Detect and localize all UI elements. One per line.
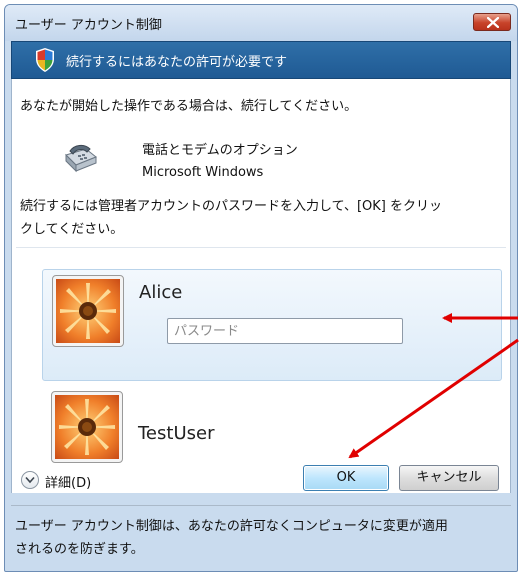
- phone-modem-icon: [65, 144, 97, 173]
- close-icon: [487, 17, 499, 28]
- user-tile-alice[interactable]: Alice: [42, 269, 502, 381]
- user-avatar: [51, 391, 123, 463]
- user-name: TestUser: [138, 423, 215, 444]
- title-bar: ユーザー アカウント制御: [5, 5, 517, 41]
- instruction-text: 続行するには管理者アカウントのパスワードを入力して、[OK] をクリッ クしてく…: [20, 195, 442, 241]
- divider: [16, 247, 506, 248]
- cancel-button[interactable]: キャンセル: [399, 465, 499, 491]
- chevron-down-icon: [21, 471, 39, 489]
- flower-avatar-icon: [55, 395, 119, 459]
- ok-button[interactable]: OK: [303, 465, 389, 491]
- close-button[interactable]: [473, 13, 511, 31]
- details-label: 詳細(D): [45, 476, 92, 491]
- permission-banner: 続行するにはあなたの許可が必要です: [11, 41, 511, 79]
- intro-text: あなたが開始した操作である場合は、続行してください。: [20, 99, 358, 114]
- uac-dialog: ユーザー アカウント制御 続行するにはあなたの許可が必要です あなたが開始した操…: [4, 4, 518, 572]
- shield-icon: [36, 48, 54, 72]
- window-title: ユーザー アカウント制御: [15, 18, 162, 33]
- footer-divider: [11, 505, 511, 506]
- program-name: 電話とモデムのオプション: [142, 143, 298, 158]
- instruction-line-2: クしてください。: [20, 222, 124, 237]
- instruction-line-1: 続行するには管理者アカウントのパスワードを入力して、[OK] をクリッ: [20, 199, 442, 214]
- uac-note-line-2: されるのを防ぎます。: [15, 542, 144, 557]
- banner-text: 続行するにはあなたの許可が必要です: [66, 55, 288, 70]
- uac-note-line-1: ユーザー アカウント制御は、あなたの許可なくコンピュータに変更が適用: [15, 519, 448, 534]
- flower-avatar-icon: [56, 279, 120, 343]
- uac-note: ユーザー アカウント制御は、あなたの許可なくコンピュータに変更が適用 されるのを…: [15, 515, 448, 561]
- program-publisher: Microsoft Windows: [142, 165, 264, 180]
- user-avatar: [52, 275, 124, 347]
- dialog-content: あなたが開始した操作である場合は、続行してください。 電話とモデムのオプション …: [11, 79, 511, 493]
- password-input[interactable]: [167, 318, 403, 344]
- user-name: Alice: [139, 282, 183, 303]
